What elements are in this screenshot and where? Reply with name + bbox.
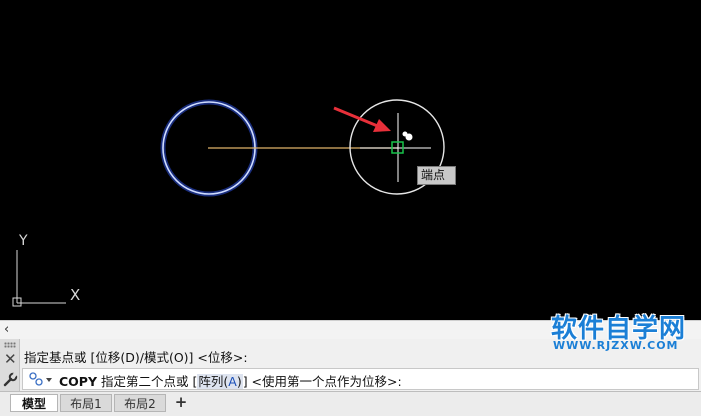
option-array-label: 阵列( xyxy=(198,374,229,389)
drag-grip-icon[interactable] xyxy=(4,342,16,348)
canvas-drawing[interactable] xyxy=(0,0,701,320)
ucs-x-label: X xyxy=(70,286,81,304)
ucs-y-label: Y xyxy=(19,233,28,249)
option-array[interactable]: 阵列(A) xyxy=(197,374,243,389)
command-input-line[interactable]: COPY 指定第二个点或 [阵列(A)] <使用第一个点作为位移>: xyxy=(22,368,699,390)
command-name: COPY xyxy=(59,374,98,389)
option-array-key: A xyxy=(228,374,237,389)
ucs-icon xyxy=(12,250,66,307)
drawing-canvas[interactable]: Y X 端点 xyxy=(0,0,701,320)
tab-layout2[interactable]: 布局2 xyxy=(114,394,166,412)
command-history-line: 指定基点或 [位移(D)/模式(O)] <位移>: xyxy=(24,350,248,365)
option-array-close: ) xyxy=(236,374,242,389)
watermark-url-text: WWW.RJZXW.COM xyxy=(553,339,679,352)
command-line-handle[interactable]: ✕ xyxy=(0,339,20,391)
cursor-badge-dot xyxy=(405,133,413,141)
close-icon[interactable]: ✕ xyxy=(4,351,17,367)
chevron-left-icon[interactable]: ‹ xyxy=(4,321,9,339)
layout-tabs-bar: 模型 布局1 布局2 + xyxy=(0,391,701,416)
annotation-arrow-icon xyxy=(333,106,391,132)
osnap-tooltip: 端点 xyxy=(417,166,456,185)
watermark-logo: 软件自学网 WWW.RJZXW.COM xyxy=(549,308,699,353)
add-layout-icon[interactable]: + xyxy=(170,394,192,410)
wrench-icon[interactable] xyxy=(3,372,18,387)
command-recent-icon[interactable] xyxy=(27,371,53,387)
command-prompt-before: 指定第二个点或 [ xyxy=(101,374,198,389)
tab-model[interactable]: 模型 xyxy=(10,394,58,412)
command-prompt-after: ] <使用第一个点作为位移>: xyxy=(242,374,402,389)
tab-layout1[interactable]: 布局1 xyxy=(60,394,112,412)
